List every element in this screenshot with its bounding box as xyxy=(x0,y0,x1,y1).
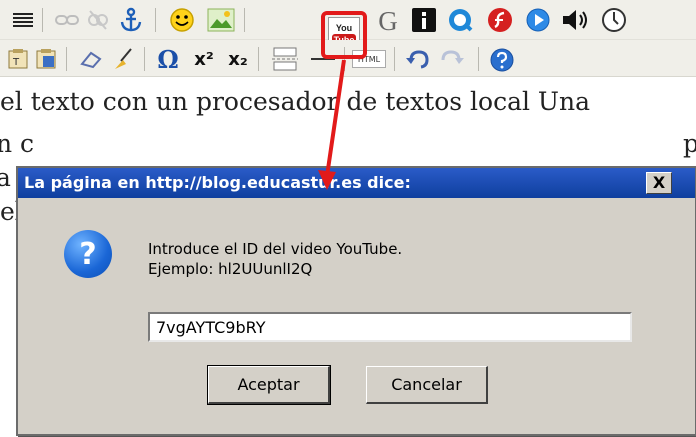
editor-line-1: el texto con un procesador de textos loc… xyxy=(0,87,590,116)
superscript-icon[interactable]: x² xyxy=(190,47,218,71)
subscript-icon[interactable]: x₂ xyxy=(224,47,252,71)
paste-text-icon[interactable]: T xyxy=(6,48,30,70)
question-icon: ? xyxy=(64,230,112,278)
svg-text:T: T xyxy=(12,57,20,68)
audio-icon[interactable] xyxy=(560,7,590,33)
toolbar-separator xyxy=(155,8,156,32)
dialog-message-line-2: Ejemplo: hl2UUunlI2Q xyxy=(148,260,313,278)
page-break-icon[interactable] xyxy=(270,46,300,72)
justify-full-icon[interactable] xyxy=(12,10,34,30)
toolbar-separator xyxy=(478,47,479,71)
accept-button[interactable]: Aceptar xyxy=(207,365,331,405)
google-icon[interactable]: G xyxy=(374,6,402,36)
toolbar-separator xyxy=(144,47,145,71)
help-icon[interactable] xyxy=(488,46,516,74)
prompt-dialog: La página en http://blog.educastur.es di… xyxy=(16,166,696,436)
video-id-input[interactable] xyxy=(148,312,632,342)
dialog-title: La página en http://blog.educastur.es di… xyxy=(24,173,411,192)
info-icon[interactable] xyxy=(410,6,438,34)
paste-word-icon[interactable] xyxy=(34,48,58,70)
special-char-icon[interactable]: Ω xyxy=(154,45,182,74)
cleanup-brush-icon[interactable] xyxy=(110,46,136,72)
media-icon[interactable] xyxy=(524,6,552,34)
editor-right-fragment: p xyxy=(683,129,696,158)
toolbar-separator xyxy=(244,8,245,32)
quicktime-icon[interactable] xyxy=(446,6,476,34)
dialog-message-line-1: Introduce el ID del video YouTube. xyxy=(148,240,403,258)
undo-icon[interactable] xyxy=(404,47,432,71)
smiley-icon[interactable] xyxy=(168,6,196,34)
flash-icon[interactable] xyxy=(486,6,514,34)
toolbar-separator xyxy=(394,47,395,71)
anchor-icon[interactable] xyxy=(118,6,144,34)
eraser-icon[interactable] xyxy=(78,48,104,70)
dialog-title-bar[interactable]: La página en http://blog.educastur.es di… xyxy=(18,168,695,198)
clock-icon[interactable] xyxy=(600,6,628,34)
editor-line-2: n c xyxy=(0,129,35,158)
close-button[interactable]: X xyxy=(646,172,672,194)
unlink-disabled-icon[interactable] xyxy=(86,8,110,32)
image-icon[interactable] xyxy=(206,7,236,33)
cancel-button[interactable]: Cancelar xyxy=(366,366,488,404)
unlink-icon[interactable] xyxy=(54,10,80,30)
toolbar-separator xyxy=(42,8,43,32)
annotation-highlight-box xyxy=(321,11,367,59)
redo-icon[interactable] xyxy=(438,47,466,71)
toolbar-separator xyxy=(258,47,259,71)
toolbar-separator xyxy=(66,47,67,71)
